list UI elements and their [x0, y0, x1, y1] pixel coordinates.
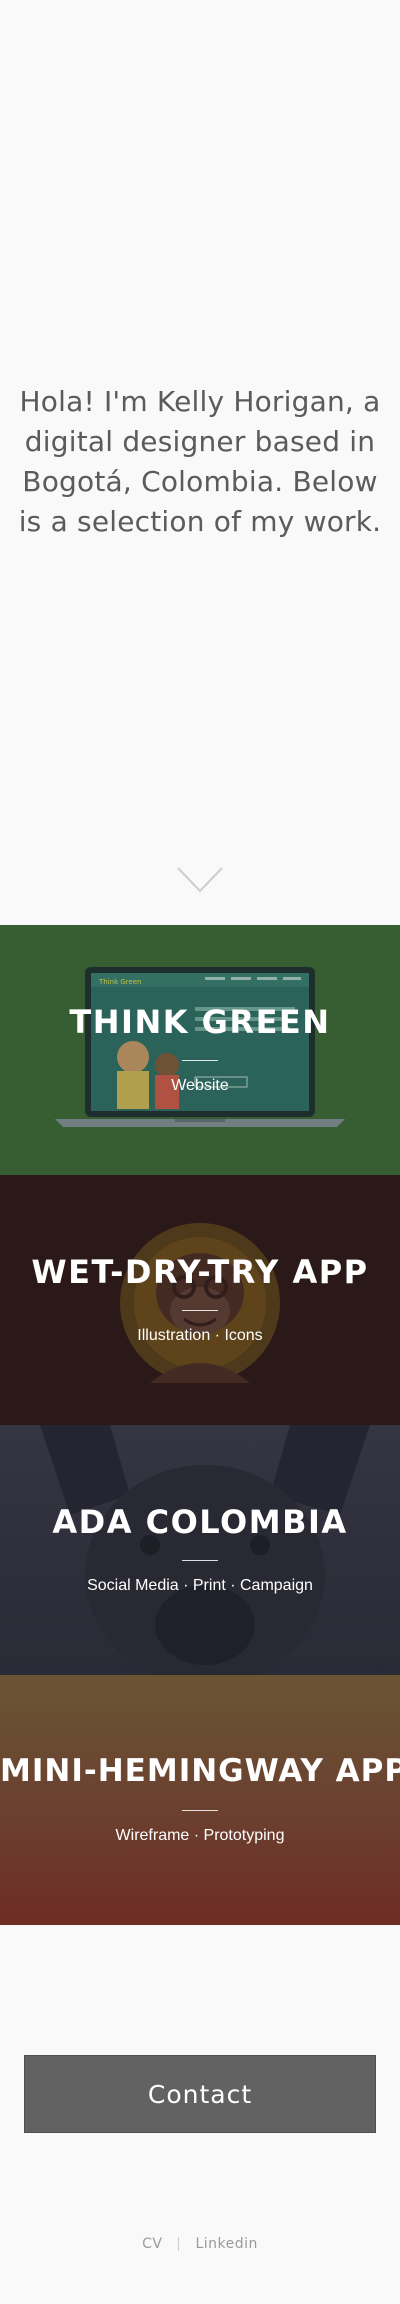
- title-divider: [182, 1560, 218, 1561]
- intro-text: Hola! I'm Kelly Horigan, a digital desig…: [18, 385, 382, 538]
- title-divider: [182, 1060, 218, 1061]
- linkedin-link[interactable]: Linkedin: [195, 2236, 257, 2252]
- project-background: [0, 1675, 400, 1925]
- project-title: WET-DRY-TRY APP: [31, 1253, 369, 1291]
- project-tags: Illustration · Icons: [137, 1327, 263, 1344]
- project-card-mini-hemingway[interactable]: MINI-HEMINGWAY APP Wireframe · Prototypi…: [0, 1675, 400, 1925]
- title-divider: [182, 1310, 218, 1311]
- image-overlay: [0, 1175, 400, 1425]
- project-card-ada-colombia[interactable]: ADA COLOMBIA Social Media · Print · Camp…: [0, 1425, 400, 1675]
- project-tags: Social Media · Print · Campaign: [87, 1577, 313, 1594]
- project-title: THINK GREEN: [69, 1003, 331, 1041]
- project-title: ADA COLOMBIA: [52, 1503, 348, 1541]
- project-title: MINI-HEMINGWAY APP: [0, 1753, 400, 1789]
- project-tags: Website: [171, 1077, 229, 1094]
- contact-button[interactable]: Contact: [24, 2055, 376, 2133]
- image-overlay: [0, 925, 400, 1175]
- chevron-down-icon[interactable]: [176, 866, 224, 894]
- footer: CV Linkedin: [0, 2236, 400, 2252]
- image-overlay: [0, 1425, 400, 1675]
- footer-divider: [178, 2237, 180, 2251]
- project-card-wet-dry-try[interactable]: WET-DRY-TRY APP Illustration · Icons: [0, 1175, 400, 1425]
- title-divider: [182, 1810, 218, 1811]
- project-tags: Wireframe · Prototyping: [115, 1827, 285, 1844]
- cv-link[interactable]: CV: [142, 2236, 162, 2252]
- hero-section: Hola! I'm Kelly Horigan, a digital desig…: [0, 0, 400, 925]
- project-card-think-green[interactable]: Think Green THINK GREEN Website: [0, 925, 400, 1175]
